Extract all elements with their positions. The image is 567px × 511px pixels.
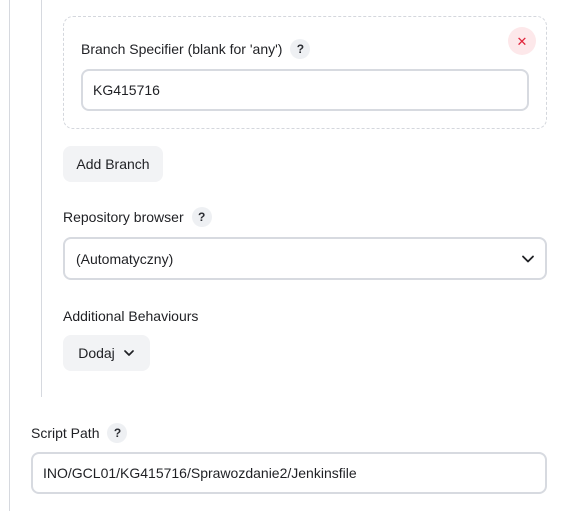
repository-browser-label: Repository browser	[63, 209, 184, 225]
chevron-down-icon	[123, 347, 135, 359]
remove-branch-button[interactable]: ✕	[508, 27, 536, 55]
repository-browser-selected: (Automatyczny)	[76, 250, 174, 267]
repository-browser-select[interactable]: (Automatyczny)	[63, 237, 547, 280]
script-path-input[interactable]: INO/GCL01/KG415716/Sprawozdanie2/Jenkins…	[31, 452, 547, 494]
help-icon[interactable]: ?	[290, 39, 311, 59]
add-behaviour-label: Dodaj	[78, 345, 115, 361]
repository-browser-label-row: Repository browser ?	[63, 207, 212, 227]
additional-behaviours-label: Additional Behaviours	[63, 308, 199, 324]
close-icon: ✕	[516, 33, 528, 49]
section-guide-line	[9, 0, 10, 511]
help-icon[interactable]: ?	[191, 207, 212, 227]
branch-specifier-value: KG415716	[93, 82, 160, 98]
add-branch-button[interactable]: Add Branch	[63, 146, 163, 182]
nested-guide-line	[41, 0, 42, 397]
branch-specifier-label: Branch Specifier (blank for 'any')	[81, 41, 283, 57]
scm-config-panel: ✕ Branch Specifier (blank for 'any') ? K…	[0, 0, 567, 511]
additional-behaviours-label-row: Additional Behaviours	[63, 308, 198, 324]
chevron-down-icon	[521, 252, 535, 266]
script-path-label-row: Script Path ?	[31, 423, 128, 443]
branch-specifier-label-row: Branch Specifier (blank for 'any') ?	[81, 39, 311, 59]
script-path-label: Script Path	[31, 425, 100, 441]
help-icon[interactable]: ?	[107, 423, 128, 443]
branch-specifier-input[interactable]: KG415716	[81, 69, 529, 111]
add-behaviour-dropdown-button[interactable]: Dodaj	[63, 335, 150, 371]
add-branch-label: Add Branch	[76, 156, 150, 172]
script-path-value: INO/GCL01/KG415716/Sprawozdanie2/Jenkins…	[43, 465, 357, 481]
